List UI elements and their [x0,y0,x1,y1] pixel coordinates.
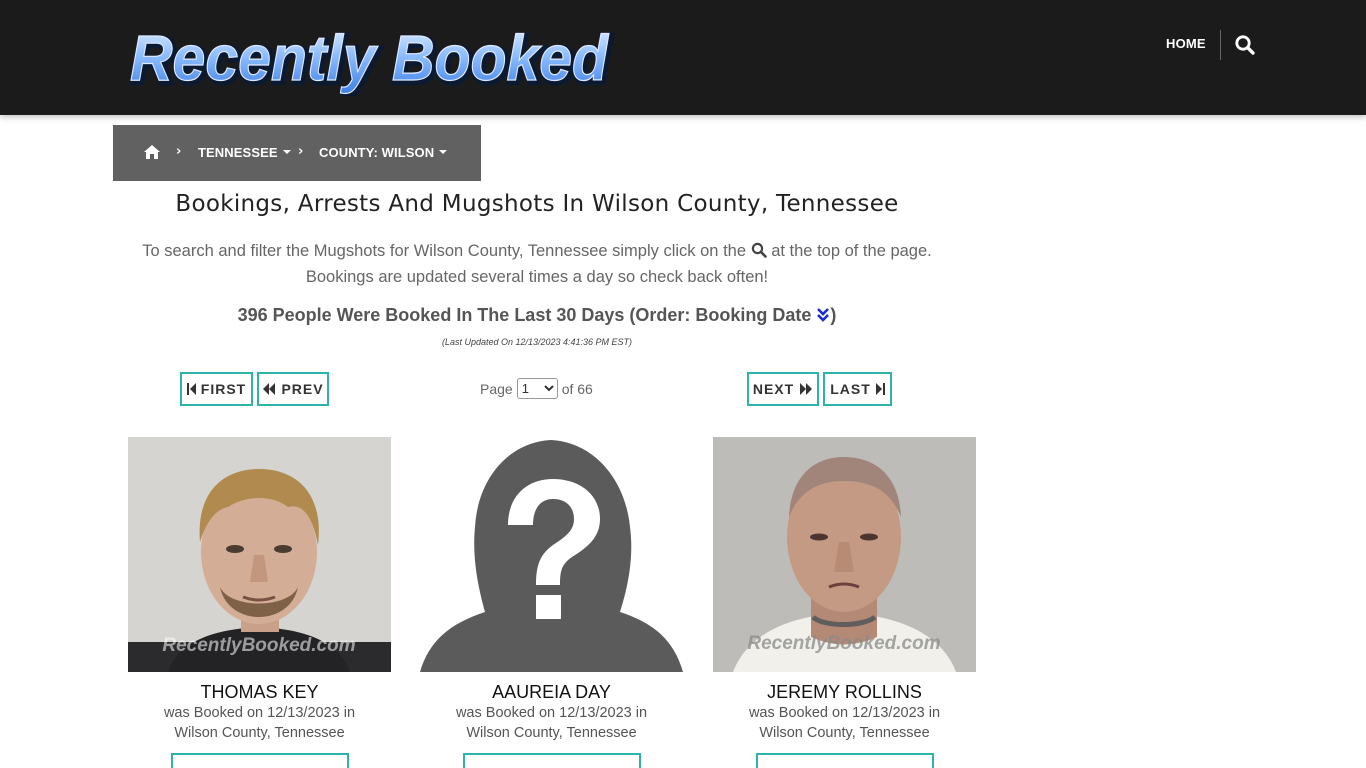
booking-card: AAUREIA DAY was Booked on 12/13/2023 in … [420,437,683,768]
site-header: Recently Booked Recently Booked HOME [0,0,1366,115]
fast-forward-icon [800,383,813,395]
mugshot-watermark: RecentlyBooked.com [162,635,355,656]
mugshot-watermark: RecentlyBooked.com [747,633,940,654]
page-label: Page [480,380,513,397]
booking-info-line-2: Wilson County, Tennessee [759,725,930,741]
intro-line-1-after: at the top of the page. [771,242,932,260]
prev-page-button[interactable]: PREV [257,372,329,406]
next-page-label: NEXT [752,381,795,397]
inmate-name[interactable]: AAUREIA DAY [420,682,683,703]
mugshot-placeholder-image[interactable] [420,437,683,672]
intro-line-1: To search and filter the Mugshots for Wi… [113,238,961,264]
breadcrumb: › TENNESSEE › COUNTY: WILSON [113,125,481,181]
home-icon[interactable] [143,144,161,160]
page-total: of 66 [561,380,593,397]
rewind-icon [263,383,276,395]
see-details-button[interactable]: SEE DETAILS [170,753,349,768]
intro-line-2: Bookings are updated several times a day… [305,268,769,286]
prev-page-label: PREV [281,381,324,397]
page-select[interactable]: 1 [516,378,558,399]
inmate-name[interactable]: JEREMY ROLLINS [713,682,976,703]
booking-count-text: 396 People Were Booked In The Last 30 Da… [237,305,812,325]
nav-home-link[interactable]: HOME [1166,36,1206,51]
booking-card: RecentlyBooked.com THOMAS KEY was Booked… [128,437,391,768]
see-details-button[interactable]: SEE DETAILS [755,753,934,768]
page-title: Bookings, Arrests And Mugshots In Wilson… [175,191,899,217]
inmate-name[interactable]: THOMAS KEY [128,682,391,703]
intro-text: To search and filter the Mugshots for Wi… [113,238,961,290]
caret-down-icon [282,150,291,154]
first-page-label: FIRST [200,381,247,397]
last-page-button[interactable]: LAST [823,372,892,406]
booking-info-line-2: Wilson County, Tennessee [174,725,345,741]
last-page-label: LAST [830,381,871,397]
mugshot-image[interactable]: RecentlyBooked.com [128,437,391,672]
chevron-right-icon: › [298,144,304,159]
booking-card: RecentlyBooked.com JEREMY ROLLINS was Bo… [713,437,976,768]
booking-count: 396 People Were Booked In The Last 30 Da… [113,305,961,326]
chevron-right-icon: › [176,144,182,159]
skip-back-icon [186,383,196,395]
booking-info-line-1: was Booked on 12/13/2023 in [455,705,648,721]
logo-text-fill: Recently Booked [130,22,610,94]
booking-info-line-1: was Booked on 12/13/2023 in [163,705,356,721]
breadcrumb-state-label: TENNESSEE [198,145,278,160]
booking-info-line-1: was Booked on 12/13/2023 in [748,705,941,721]
skip-forward-icon [875,383,885,395]
see-details-button[interactable]: SEE DETAILS [462,753,641,768]
booking-info-line-2: Wilson County, Tennessee [466,725,637,741]
first-page-button[interactable]: FIRST [180,372,253,406]
next-page-button[interactable]: NEXT [747,372,819,406]
breadcrumb-county-dropdown[interactable]: COUNTY: WILSON [319,145,448,160]
breadcrumb-state-dropdown[interactable]: TENNESSEE [198,145,291,160]
search-icon [751,240,767,258]
last-updated: (Last Updated On 12/13/2023 4:41:36 PM E… [441,337,633,347]
breadcrumb-county-label: COUNTY: WILSON [319,145,435,160]
booking-count-close: ) [830,305,837,325]
site-logo[interactable]: Recently Booked Recently Booked [126,16,616,96]
nav-divider [1220,30,1221,60]
caret-down-icon [439,150,448,154]
page-selector: Page 1 of 66 [480,378,593,399]
mugshot-image[interactable]: RecentlyBooked.com [713,437,976,672]
double-chevron-down-icon[interactable] [816,307,830,323]
search-icon[interactable] [1234,34,1256,56]
intro-line-1-before: To search and filter the Mugshots for Wi… [142,242,747,260]
